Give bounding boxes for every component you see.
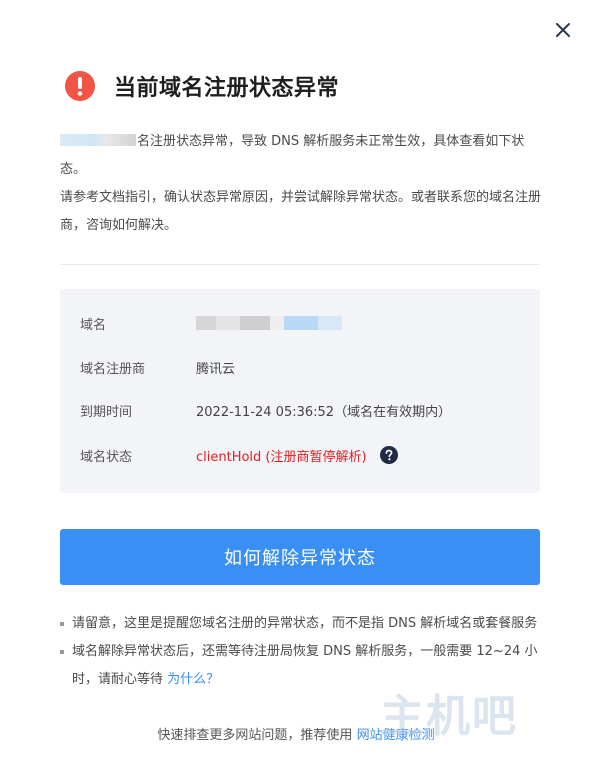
domain-label: 域名: [80, 317, 107, 333]
question-circle-icon[interactable]: [379, 446, 398, 464]
status-value: clientHold (注册商暂停解析): [196, 449, 367, 465]
registrar-value: 腾讯云: [196, 361, 236, 377]
note-item: 请留意，这里是提醒您域名注册的异常状态，而不是指 DNS 解析域名或套餐服务: [60, 610, 544, 638]
domain-status-dialog: 当前域名注册状态异常 名注册状态异常，导致 DNS 解析服务未正常生效，具体查看…: [0, 0, 592, 764]
expiry-value: 2022-11-24 05:36:52（域名在有效期内）: [196, 404, 452, 420]
exclamation-circle-icon: [65, 71, 95, 101]
description-line-1: 名注册状态异常，导致 DNS 解析服务未正常生效，具体查看如下状态。: [60, 134, 525, 177]
title-row: 当前域名注册状态异常: [64, 70, 339, 102]
watermark: 主机吧: [380, 691, 518, 742]
how-to-resolve-button[interactable]: 如何解除异常状态: [60, 529, 540, 585]
info-row-registrar: 域名注册商 腾讯云: [80, 357, 235, 377]
domain-info-panel: 域名 域名注册商 腾讯云 到期时间 2022-11-24 05:36:52（域名…: [60, 289, 540, 493]
info-row-domain: 域名: [80, 313, 342, 333]
registrar-label: 域名注册商: [80, 361, 146, 377]
status-label: 域名状态: [80, 449, 133, 465]
info-row-status: 域名状态 clientHold (注册商暂停解析): [80, 445, 398, 465]
description-line-2: 请参考文档指引，确认状态异常原因，并尝试解除异常状态。或者联系您的域名注册商，咨…: [60, 190, 542, 233]
description: 名注册状态异常，导致 DNS 解析服务未正常生效，具体查看如下状态。 请参考文档…: [60, 128, 542, 240]
redacted-domain-value: [196, 316, 342, 330]
status-value-wrap: clientHold (注册商暂停解析): [196, 446, 398, 465]
why-link[interactable]: 为什么？: [167, 672, 219, 687]
redacted-domain: [60, 134, 136, 146]
info-row-expiry: 到期时间 2022-11-24 05:36:52（域名在有效期内）: [80, 400, 451, 420]
footer-text: 快速排查更多网站问题，推荐使用: [157, 728, 353, 743]
dialog-title: 当前域名注册状态异常: [114, 76, 340, 101]
expiry-label: 到期时间: [80, 404, 133, 420]
close-icon[interactable]: [552, 19, 574, 41]
divider: [60, 264, 540, 265]
